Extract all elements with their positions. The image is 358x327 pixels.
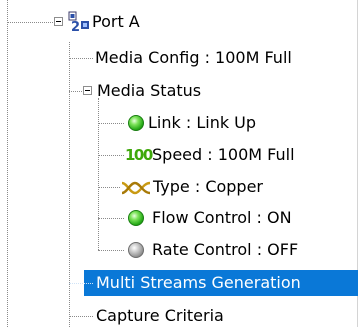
tree-connector — [7, 22, 55, 23]
tree-node-media-config[interactable]: Media Config : 100M Full — [95, 47, 292, 69]
collapse-toggle-media-status[interactable] — [83, 86, 92, 95]
collapse-toggle-port[interactable] — [54, 17, 63, 26]
tree-connector — [69, 316, 93, 317]
svg-text:2: 2 — [71, 20, 80, 33]
tree-connector — [98, 155, 124, 156]
copper-cable-icon — [121, 180, 151, 199]
tree-guide-line-port — [69, 42, 70, 327]
tree-node-capture-criteria[interactable]: Capture Criteria — [96, 305, 224, 327]
tree-node-type[interactable]: Type : Copper — [153, 176, 263, 198]
tree-node-media-status[interactable]: Media Status — [97, 80, 201, 102]
gray-led-icon — [128, 242, 144, 258]
green-led-icon — [128, 115, 144, 131]
tree-connector — [69, 283, 93, 284]
tree-connector — [98, 218, 124, 219]
tree-guide-line-root — [7, 0, 8, 327]
tree-connector — [69, 91, 84, 92]
network-port-icon: 2 — [68, 11, 90, 37]
tree-node-port-a[interactable]: Port A — [92, 11, 140, 33]
tree-connector — [69, 58, 93, 59]
tree-connector — [98, 187, 120, 188]
tree-node-rate-control[interactable]: Rate Control : OFF — [152, 239, 298, 261]
tree-node-multi-streams-generation[interactable]: Multi Streams Generation — [96, 272, 301, 294]
speed-100-icon: 100 — [125, 146, 153, 164]
tree-node-speed[interactable]: Speed : 100M Full — [152, 144, 295, 166]
tree-node-flow-control[interactable]: Flow Control : ON — [152, 207, 292, 229]
tree-connector — [98, 123, 124, 124]
green-led-icon — [128, 210, 144, 226]
tree-guide-line-media-status — [98, 98, 99, 250]
tree-connector — [98, 250, 124, 251]
tree-node-link[interactable]: Link : Link Up — [148, 112, 256, 134]
